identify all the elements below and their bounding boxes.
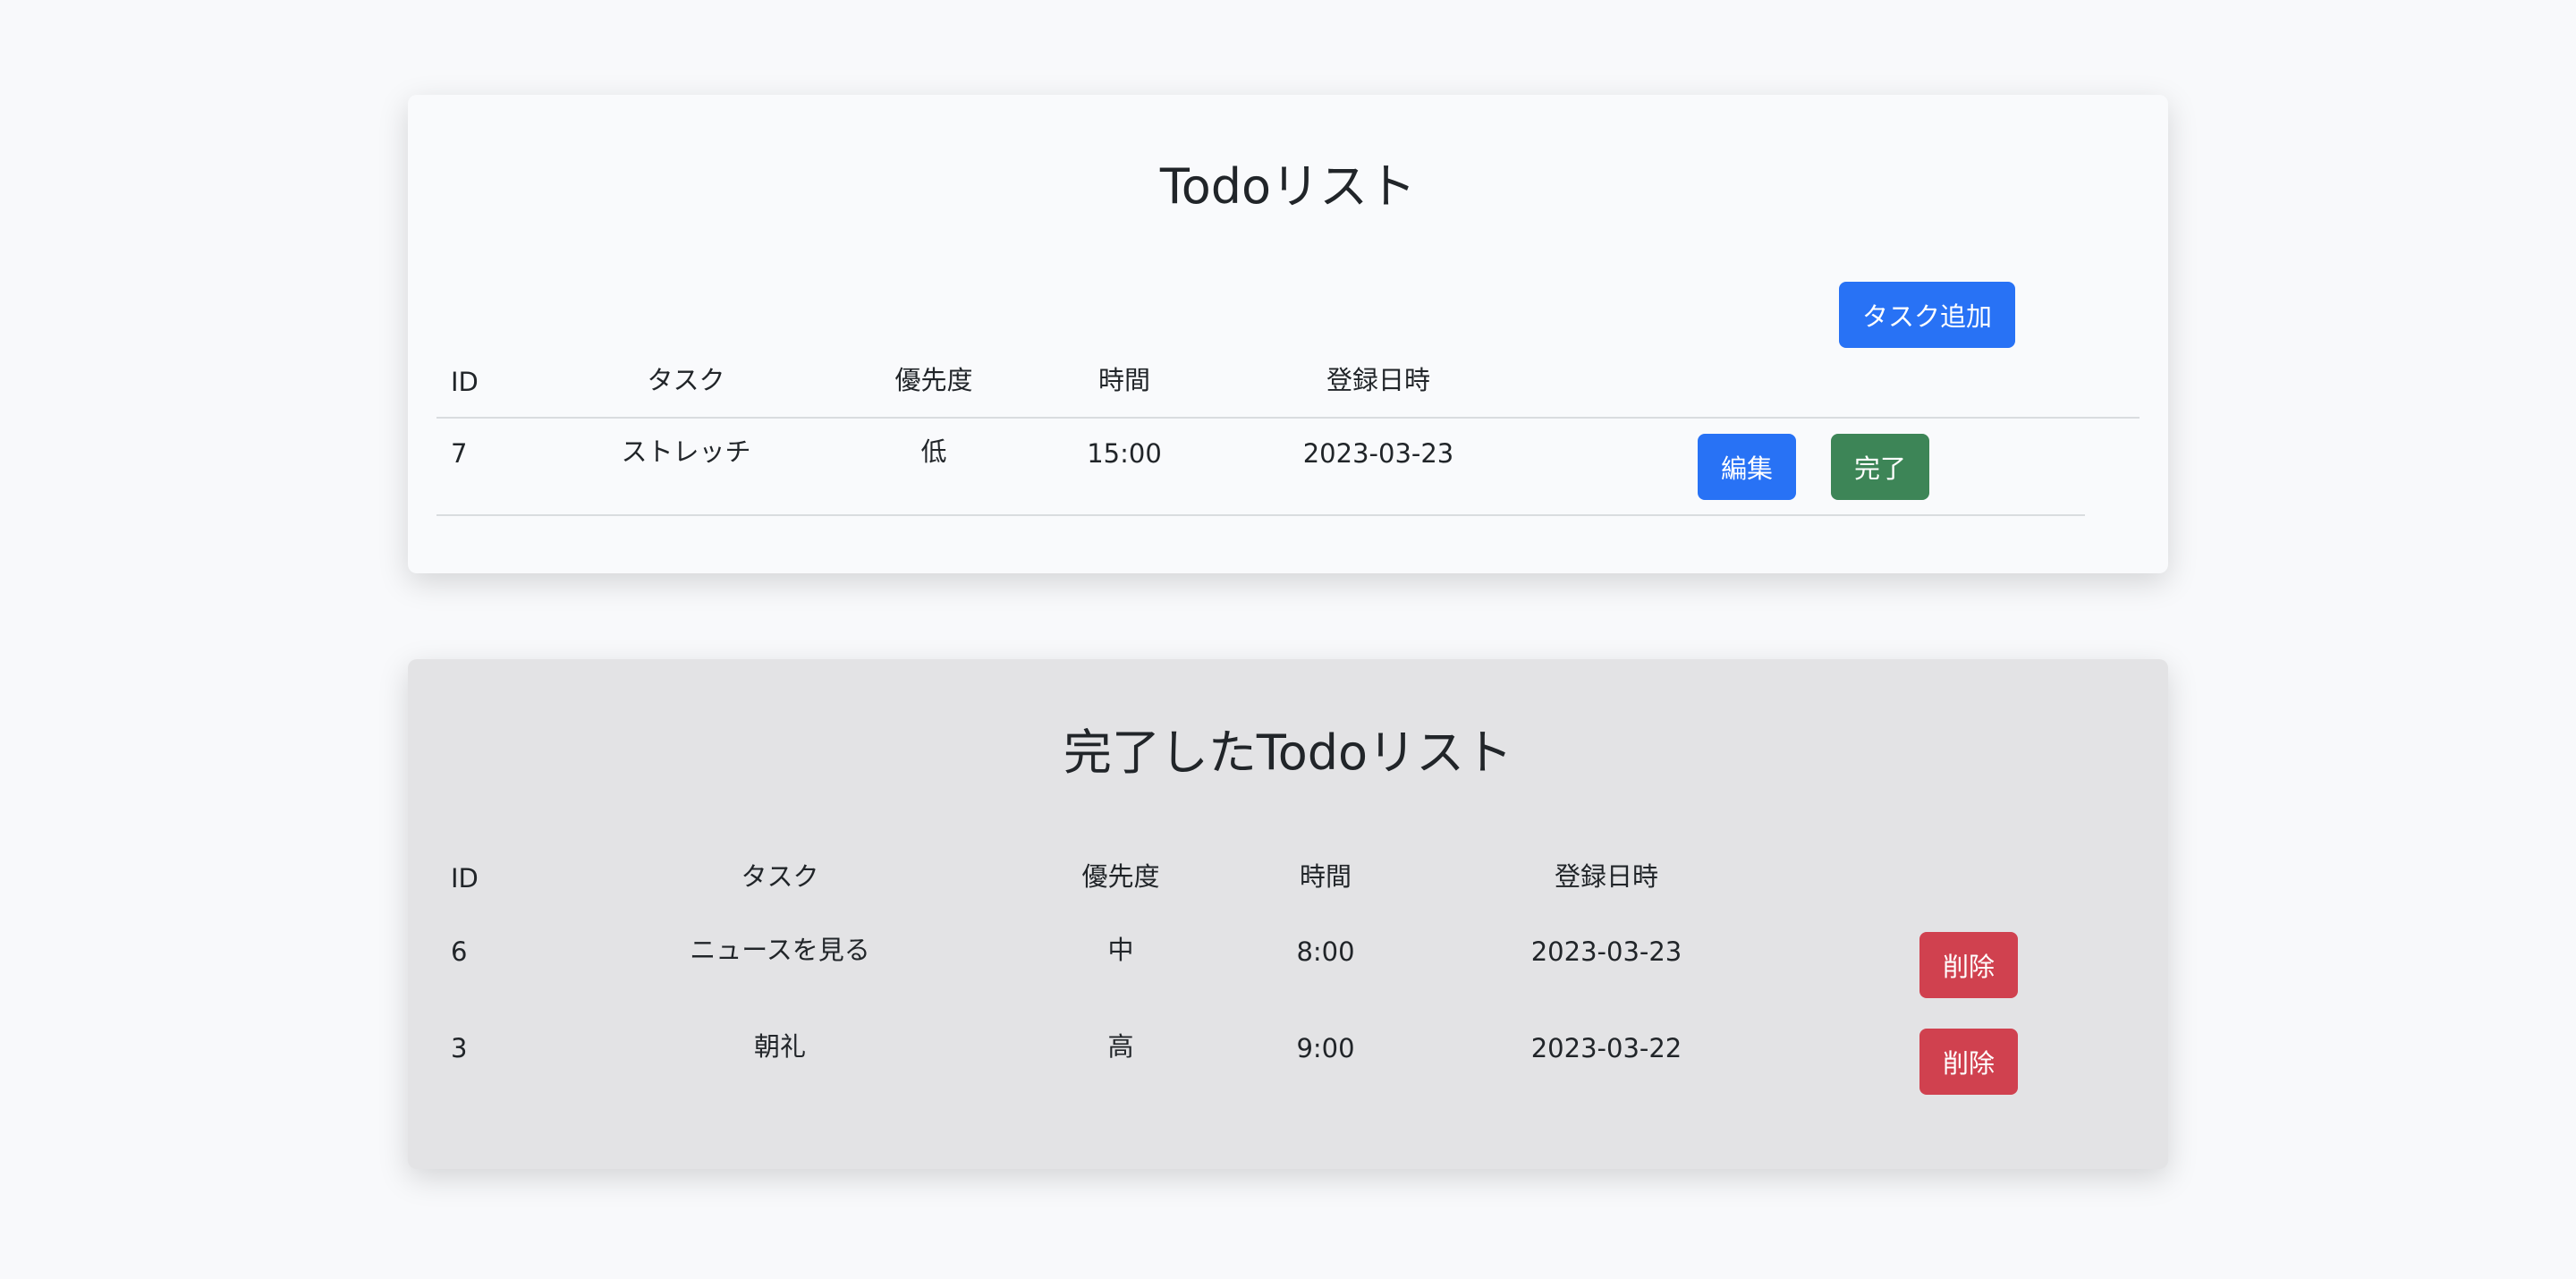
delete-button[interactable]: 削除 <box>1919 1029 2018 1095</box>
row-divider <box>436 514 2085 516</box>
row-time: 15:00 <box>1087 438 1162 469</box>
row-task: 朝礼 <box>753 1031 807 1062</box>
row-priority: 低 <box>920 436 947 467</box>
row-time: 9:00 <box>1296 1033 1355 1063</box>
row-priority: 高 <box>1107 1031 1134 1062</box>
header-priority: 優先度 <box>1081 861 1160 892</box>
row-registered-at: 2023-03-23 <box>1302 438 1454 469</box>
row-time: 8:00 <box>1296 936 1355 967</box>
row-task: ストレッチ <box>621 436 751 467</box>
completed-list-title: 完了したTodoリスト <box>1063 724 1513 781</box>
header-time: 時間 <box>1097 365 1151 395</box>
header-id: ID <box>451 367 479 397</box>
row-priority: 中 <box>1107 935 1134 965</box>
header-registered-at: 登録日時 <box>1554 861 1659 892</box>
edit-button[interactable]: 編集 <box>1698 434 1796 500</box>
header-priority: 優先度 <box>894 365 973 395</box>
completed-list-card: 完了したTodoリスト ID タスク 優先度 時間 登録日時 6 ニュースを見る… <box>408 659 2168 1169</box>
row-task: ニュースを見る <box>690 935 870 965</box>
header-registered-at: 登録日時 <box>1326 365 1431 395</box>
header-time: 時間 <box>1299 861 1352 892</box>
header-task: タスク <box>741 861 819 892</box>
row-id: 7 <box>451 438 468 469</box>
header-divider <box>436 417 2140 419</box>
header-task: タスク <box>647 365 725 395</box>
row-id: 3 <box>451 1033 468 1063</box>
delete-button[interactable]: 削除 <box>1919 932 2018 998</box>
row-id: 6 <box>451 936 468 967</box>
row-registered-at: 2023-03-22 <box>1530 1033 1682 1063</box>
row-registered-at: 2023-03-23 <box>1530 936 1682 967</box>
todo-list-card: Todoリスト タスク追加 ID タスク 優先度 時間 登録日時 7 ストレッチ… <box>408 95 2168 573</box>
todo-list-title: Todoリスト <box>1159 158 1417 215</box>
add-task-button[interactable]: タスク追加 <box>1839 282 2015 348</box>
header-id: ID <box>451 863 479 894</box>
complete-button[interactable]: 完了 <box>1831 434 1929 500</box>
